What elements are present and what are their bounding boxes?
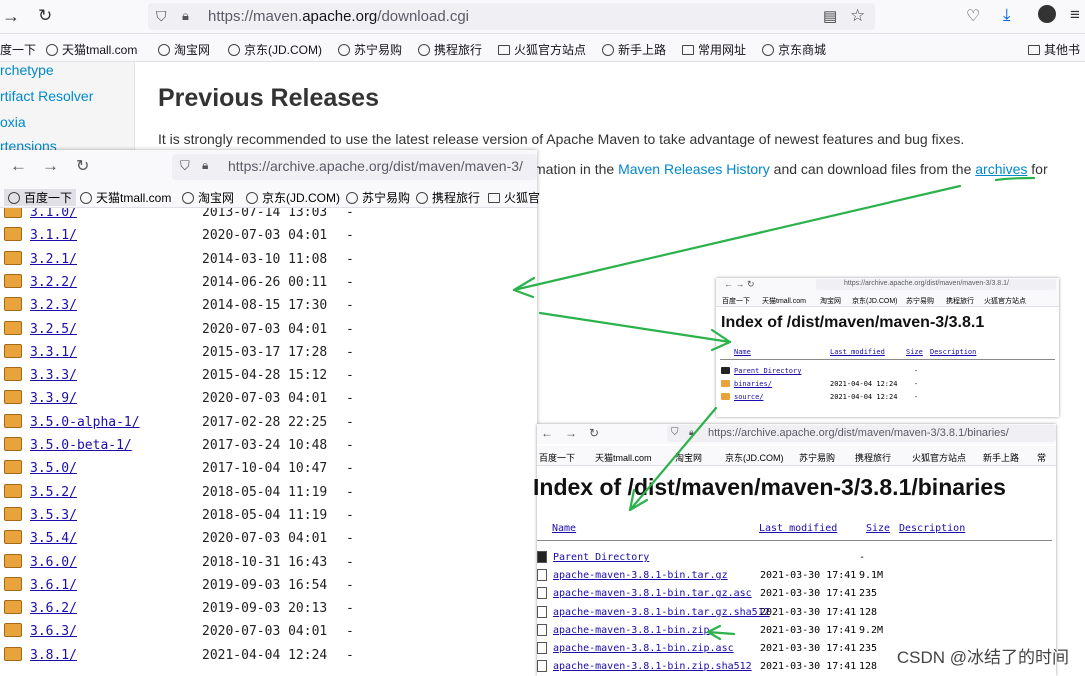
arrow-listing-to-381 (538, 311, 732, 344)
arrow-archives-to-listing (512, 184, 962, 292)
underline-archives-annotation (994, 176, 1036, 182)
watermark: CSDN @冰结了的时间 (896, 648, 1069, 667)
annotation-arrows (512, 176, 1036, 641)
arrow-381-to-binaries (628, 406, 718, 512)
